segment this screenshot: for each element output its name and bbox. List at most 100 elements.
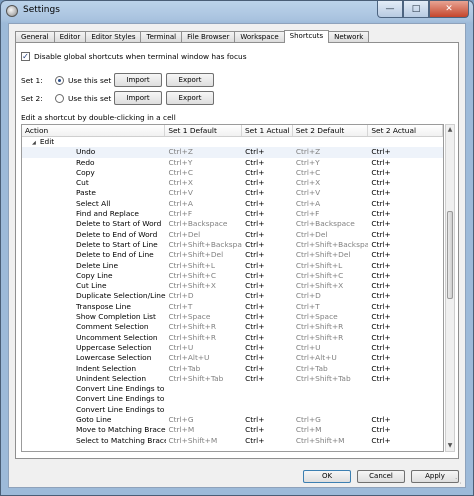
table-row[interactable]: Show Completion List Ctrl+Space Ctrl+ Ctrl+… xyxy=(22,312,443,322)
shortcut-cell[interactable]: Ctrl+ xyxy=(368,230,443,240)
disable-global-shortcuts-checkbox[interactable]: ✓ xyxy=(21,52,30,61)
shortcut-cell[interactable]: Ctrl+ xyxy=(242,436,293,446)
shortcut-cell[interactable]: Ctrl+ xyxy=(242,425,293,435)
shortcut-cell[interactable]: Ctrl+ xyxy=(368,178,443,188)
column-header-action[interactable]: Action xyxy=(22,125,166,136)
shortcut-cell[interactable]: Ctrl+Shift+C xyxy=(166,271,243,281)
table-row[interactable]: Convert Line Endings to Mac xyxy=(22,405,443,415)
scroll-up-icon[interactable]: ▲ xyxy=(446,125,454,135)
shortcut-cell[interactable]: Ctrl+ xyxy=(368,147,443,157)
table-row[interactable]: Indent Selection Ctrl+Tab Ctrl+ Ctrl+Tab Ctr… xyxy=(22,364,443,374)
shortcut-cell[interactable] xyxy=(242,394,293,404)
set-2-export-button[interactable]: Export xyxy=(166,91,214,105)
shortcut-cell[interactable]: Ctrl+ xyxy=(242,199,293,209)
shortcut-cell[interactable]: Ctrl+ xyxy=(242,219,293,229)
shortcut-cell[interactable]: Ctrl+ xyxy=(242,291,293,301)
tab-editor-styles[interactable]: Editor Styles xyxy=(85,31,142,42)
table-row[interactable]: Uppercase Selection Ctrl+U Ctrl+ Ctrl+U Ctrl… xyxy=(22,343,443,353)
shortcut-cell[interactable]: Ctrl+ xyxy=(368,188,443,198)
shortcut-cell[interactable]: Ctrl+ xyxy=(368,302,443,312)
tab-network[interactable]: Network xyxy=(328,31,370,42)
table-row[interactable]: Convert Line Endings to Unix xyxy=(22,394,443,404)
table-row[interactable]: Paste Ctrl+V Ctrl+ Ctrl+V Ctrl+ xyxy=(22,188,443,198)
tab-general[interactable]: General xyxy=(15,31,55,42)
shortcut-cell[interactable]: Ctrl+U xyxy=(293,343,369,353)
shortcut-cell[interactable]: Ctrl+V xyxy=(293,188,369,198)
shortcut-cell[interactable]: Ctrl+Del xyxy=(166,230,243,240)
shortcut-cell[interactable]: Ctrl+ xyxy=(242,250,293,260)
table-row[interactable]: Move to Matching Brace Ctrl+M Ctrl+ Ctrl+M C… xyxy=(22,425,443,435)
shortcut-cell[interactable]: Ctrl+ xyxy=(368,168,443,178)
shortcut-cell[interactable] xyxy=(293,384,369,394)
tab-editor[interactable]: Editor xyxy=(53,31,87,42)
table-row[interactable]: Find and Replace Ctrl+F Ctrl+ Ctrl+F Ctrl+ xyxy=(22,209,443,219)
shortcut-cell[interactable]: Ctrl+ xyxy=(242,178,293,188)
shortcut-cell[interactable]: Ctrl+Shift+Backspace xyxy=(293,240,369,250)
shortcut-cell[interactable]: Ctrl+ xyxy=(368,364,443,374)
shortcut-cell[interactable] xyxy=(166,384,243,394)
shortcut-cell[interactable]: Ctrl+ xyxy=(368,374,443,384)
cancel-button[interactable]: Cancel xyxy=(357,470,405,483)
shortcut-cell[interactable]: Ctrl+ xyxy=(368,291,443,301)
shortcut-cell[interactable]: Ctrl+ xyxy=(242,261,293,271)
minimize-button[interactable]: — xyxy=(377,1,403,18)
table-row[interactable]: Redo Ctrl+Y Ctrl+ Ctrl+Y Ctrl+ xyxy=(22,158,443,168)
shortcut-cell[interactable]: Ctrl+ xyxy=(368,261,443,271)
shortcut-cell[interactable]: Ctrl+Shift+Tab xyxy=(293,374,369,384)
table-row[interactable]: Delete to Start of Line Ctrl+Shift+Backsp… xyxy=(22,240,443,250)
shortcut-cell[interactable]: Ctrl+Z xyxy=(166,147,243,157)
table-row[interactable]: Undo Ctrl+Z Ctrl+ Ctrl+Z Ctrl+ xyxy=(22,147,443,158)
table-row[interactable]: Transpose Line Ctrl+T Ctrl+ Ctrl+T Ctrl+ xyxy=(22,302,443,312)
shortcut-cell[interactable]: Ctrl+T xyxy=(293,302,369,312)
shortcut-cell[interactable]: Ctrl+ xyxy=(242,230,293,240)
collapse-triangle-icon[interactable]: ◢ xyxy=(32,140,36,146)
shortcut-cell[interactable]: Ctrl+ xyxy=(368,353,443,363)
shortcut-cell[interactable]: Ctrl+ xyxy=(242,322,293,332)
table-row[interactable]: Select to Matching Brace Ctrl+Shift+M Ctrl… xyxy=(22,436,443,446)
ok-button[interactable]: OK xyxy=(303,470,351,483)
table-row[interactable]: Delete Line Ctrl+Shift+L Ctrl+ Ctrl+Shift+L… xyxy=(22,261,443,271)
shortcut-cell[interactable]: Ctrl+Shift+Del xyxy=(293,250,369,260)
shortcut-cell[interactable]: Ctrl+Tab xyxy=(293,364,369,374)
shortcut-cell[interactable]: Ctrl+ xyxy=(242,364,293,374)
shortcut-cell[interactable]: Ctrl+Alt+U xyxy=(166,353,243,363)
set-2-import-button[interactable]: Import xyxy=(114,91,162,105)
tab-workspace[interactable]: Workspace xyxy=(234,31,285,42)
shortcut-cell[interactable]: Ctrl+ xyxy=(242,209,293,219)
table-row[interactable]: Unindent Selection Ctrl+Shift+Tab Ctrl+ Ctr… xyxy=(22,374,443,384)
shortcut-cell[interactable]: Ctrl+Shift+L xyxy=(166,261,243,271)
shortcut-cell[interactable]: Ctrl+ xyxy=(368,281,443,291)
shortcut-cell[interactable]: Ctrl+ xyxy=(242,168,293,178)
set-2-radio[interactable] xyxy=(55,93,64,103)
shortcut-cell[interactable]: Ctrl+Shift+L xyxy=(293,261,369,271)
shortcut-cell[interactable]: Ctrl+V xyxy=(166,188,243,198)
shortcut-cell[interactable]: Ctrl+Shift+R xyxy=(293,322,369,332)
shortcut-cell[interactable]: Ctrl+ xyxy=(368,436,443,446)
shortcut-cell[interactable]: Ctrl+F xyxy=(293,209,369,219)
table-row[interactable]: Copy Ctrl+C Ctrl+ Ctrl+C Ctrl+ xyxy=(22,168,443,178)
shortcut-cell[interactable]: Ctrl+ xyxy=(368,333,443,343)
shortcut-cell[interactable]: Ctrl+ xyxy=(368,199,443,209)
resize-grip-icon[interactable]: ⋱ xyxy=(455,477,463,485)
shortcut-cell[interactable] xyxy=(293,394,369,404)
shortcut-cell[interactable]: Ctrl+T xyxy=(166,302,243,312)
tab-file-browser[interactable]: File Browser xyxy=(181,31,236,42)
shortcut-cell[interactable]: Ctrl+X xyxy=(293,178,369,188)
shortcut-cell[interactable]: Ctrl+ xyxy=(242,188,293,198)
table-row[interactable]: Cut Ctrl+X Ctrl+ Ctrl+X Ctrl+ xyxy=(22,178,443,188)
shortcut-cell[interactable]: Ctrl+Y xyxy=(293,158,369,168)
shortcut-cell[interactable]: Ctrl+ xyxy=(368,240,443,250)
set-1-import-button[interactable]: Import xyxy=(114,73,162,87)
shortcut-cell[interactable]: Ctrl+Shift+X xyxy=(166,281,243,291)
shortcut-cell[interactable]: Ctrl+Backspace xyxy=(166,219,243,229)
shortcut-cell[interactable]: Ctrl+D xyxy=(166,291,243,301)
column-header-set-1-actual[interactable]: Set 1 Actual xyxy=(242,125,293,136)
shortcut-cell[interactable]: Ctrl+Tab xyxy=(166,364,243,374)
table-row[interactable]: Delete to End of Word Ctrl+Del Ctrl+ Ctrl+D… xyxy=(22,230,443,240)
shortcut-cell[interactable]: Ctrl+Shift+M xyxy=(293,436,369,446)
shortcut-cell[interactable]: Ctrl+U xyxy=(166,343,243,353)
shortcut-cell[interactable]: Ctrl+ xyxy=(242,158,293,168)
shortcut-cell[interactable]: Ctrl+Z xyxy=(293,147,369,157)
shortcut-cell[interactable]: Ctrl+M xyxy=(166,425,243,435)
maximize-button[interactable]: □ xyxy=(403,1,429,18)
